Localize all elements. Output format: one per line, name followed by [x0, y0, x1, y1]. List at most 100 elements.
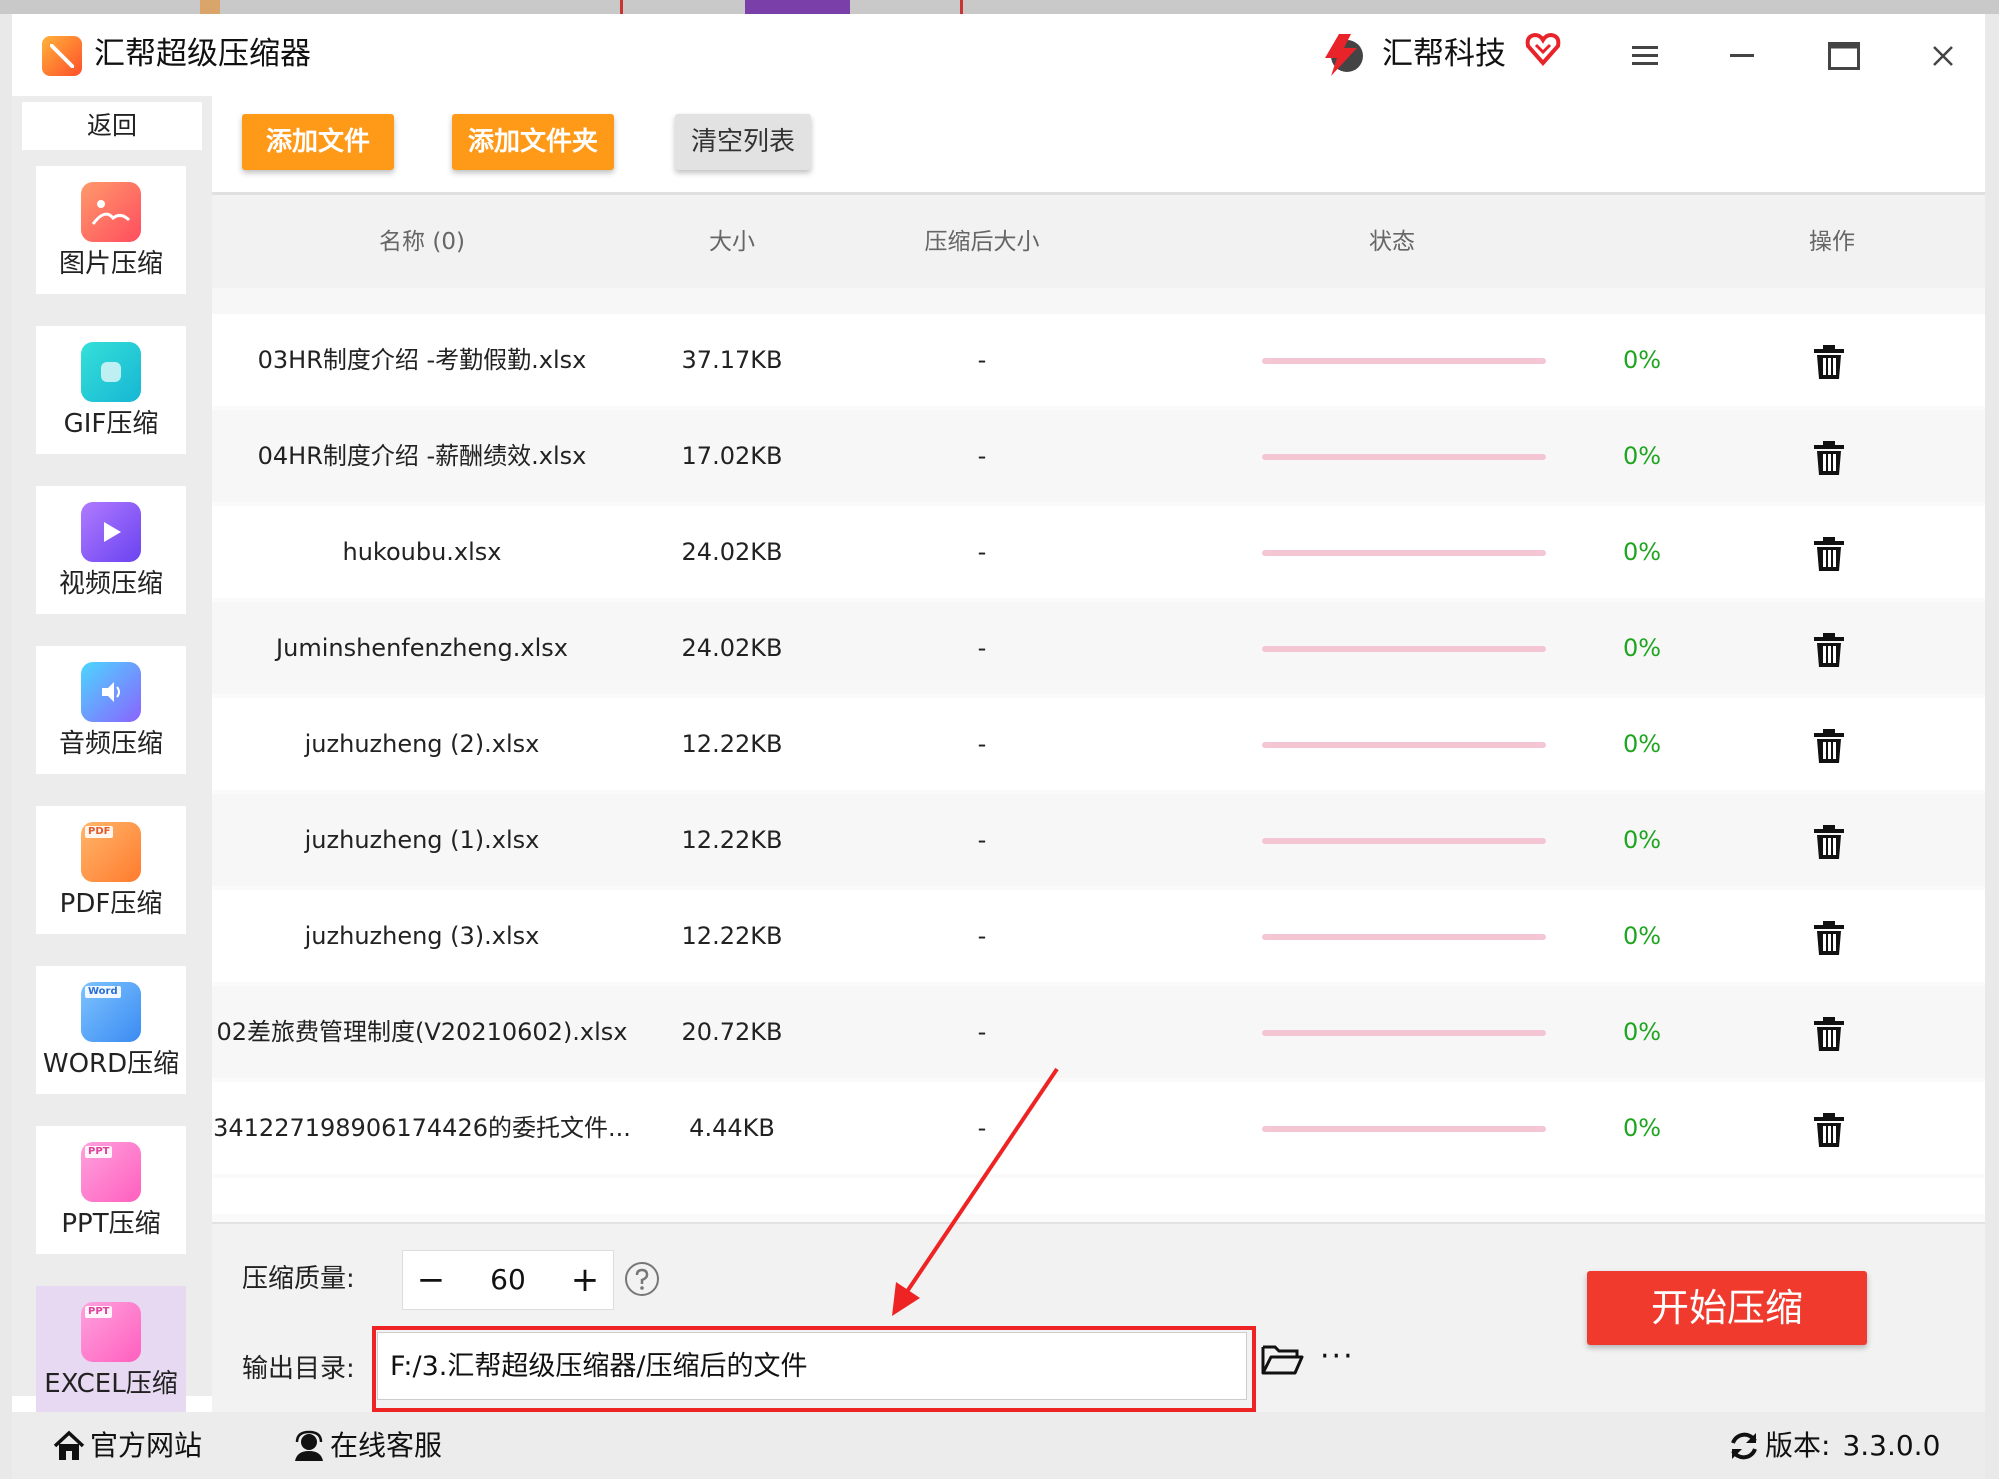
file-type-tag: PDF	[85, 826, 114, 838]
quality-stepper: − 60 +	[402, 1250, 614, 1310]
brand-logo-icon	[1325, 34, 1363, 76]
background-mark	[620, 0, 623, 14]
file-size: 24.02KB	[681, 634, 783, 662]
add-folder-button[interactable]: 添加文件夹	[452, 114, 614, 170]
table-row[interactable]: juzhuzheng (1).xlsx 12.22KB - 0%	[212, 794, 1985, 886]
compressed-size: -	[977, 922, 987, 950]
sidebar: 返回 图片压缩 GIF压缩 视频压缩 音频压缩 PDF PDF压缩 Word W…	[12, 96, 212, 1414]
compressed-size: -	[977, 826, 987, 854]
heart-icon[interactable]	[1524, 30, 1562, 68]
file-name: juzhuzheng (3).xlsx	[304, 922, 540, 950]
compressed-size: -	[977, 538, 987, 566]
home-icon	[53, 1430, 85, 1460]
app-window: 汇帮超级压缩器 汇帮科技 返回 图片压缩 GIF压缩 视频压缩 音频压缩 PDF…	[12, 14, 1985, 1479]
compressed-size: -	[977, 346, 987, 374]
sidebar-item-pdf[interactable]: PDF PDF压缩	[36, 806, 186, 934]
file-size: 4.44KB	[689, 1114, 775, 1142]
file-name: 02差旅费管理制度(V20210602).xlsx	[216, 1018, 628, 1046]
version-label: 版本:	[1765, 1429, 1831, 1462]
file-size: 12.22KB	[681, 922, 783, 950]
minimize-icon[interactable]	[1715, 32, 1769, 80]
sidebar-item-label: EXCEL压缩	[44, 1369, 178, 1399]
sidebar-item-image[interactable]: 图片压缩	[36, 166, 186, 294]
online-support-link[interactable]: 在线客服	[292, 1424, 442, 1468]
background-top-strip	[0, 0, 1999, 14]
refresh-icon	[1731, 1432, 1757, 1460]
trash-icon[interactable]	[1812, 1112, 1846, 1148]
sidebar-item-audio[interactable]: 音频压缩	[36, 646, 186, 774]
file-type-tag: PPT	[85, 1146, 113, 1158]
table-row[interactable]: juzhuzheng (2).xlsx 12.22KB - 0%	[212, 698, 1985, 790]
table-row[interactable]: 03HR制度介绍 -考勤假勤.xlsx 37.17KB - 0%	[212, 314, 1985, 406]
file-name: 341227198906174426的委托文件...	[213, 1114, 631, 1142]
help-icon[interactable]	[624, 1261, 660, 1297]
progress-bar	[1262, 1126, 1546, 1132]
trash-icon[interactable]	[1812, 632, 1846, 668]
file-size: 20.72KB	[681, 1018, 783, 1046]
progress-bar	[1262, 1030, 1546, 1036]
more-options-icon[interactable]: ···	[1320, 1342, 1360, 1374]
close-icon[interactable]	[1916, 32, 1970, 80]
clear-list-button[interactable]: 清空列表	[675, 114, 811, 170]
version-info[interactable]: 版本: 3.3.0.0	[1727, 1424, 1940, 1468]
trash-icon[interactable]	[1812, 728, 1846, 764]
table-row[interactable]: juzhuzheng (3).xlsx 12.22KB - 0%	[212, 890, 1985, 982]
progress-percent: 0%	[1622, 730, 1662, 758]
background-mark	[200, 0, 220, 14]
app-title: 汇帮超级压缩器	[94, 36, 311, 72]
sidebar-item-label: PPT压缩	[61, 1209, 161, 1239]
progress-percent: 0%	[1622, 1018, 1662, 1046]
gif-icon	[81, 342, 141, 402]
back-button[interactable]: 返回	[22, 102, 202, 150]
quality-decrease-button[interactable]: −	[403, 1251, 459, 1309]
header-size: 大小	[709, 229, 755, 255]
file-table: 名称 (0) 大小 压缩后大小 状态 操作 03HR制度介绍 -考勤假勤.xls…	[212, 192, 1985, 1224]
sidebar-item-gif[interactable]: GIF压缩	[36, 326, 186, 454]
trash-icon[interactable]	[1812, 824, 1846, 860]
quality-value[interactable]: 60	[459, 1251, 557, 1309]
audio-icon	[81, 662, 141, 722]
trash-icon[interactable]	[1812, 920, 1846, 956]
excel-file-icon: PPT	[81, 1302, 141, 1362]
file-type-tag: Word	[85, 986, 121, 998]
maximize-icon[interactable]	[1817, 32, 1871, 80]
quality-increase-button[interactable]: +	[557, 1251, 613, 1309]
header-name: 名称 (0)	[379, 229, 465, 255]
sidebar-item-ppt[interactable]: PPT PPT压缩	[36, 1126, 186, 1254]
online-support-label: 在线客服	[330, 1429, 443, 1462]
folder-open-icon[interactable]	[1260, 1339, 1304, 1379]
start-compress-button[interactable]: 开始压缩	[1587, 1271, 1867, 1345]
ppt-file-icon: PPT	[81, 1142, 141, 1202]
add-file-button[interactable]: 添加文件	[242, 114, 394, 170]
trash-icon[interactable]	[1812, 344, 1846, 380]
sidebar-item-excel[interactable]: PPT EXCEL压缩	[36, 1286, 186, 1414]
menu-icon[interactable]	[1618, 32, 1672, 80]
table-row[interactable]: Juminshenfenzheng.xlsx 24.02KB - 0%	[212, 602, 1985, 694]
progress-bar	[1262, 358, 1546, 364]
compressed-size: -	[977, 442, 987, 470]
trash-icon[interactable]	[1812, 1016, 1846, 1052]
sidebar-item-video[interactable]: 视频压缩	[36, 486, 186, 614]
file-name: hukoubu.xlsx	[342, 538, 502, 566]
progress-bar	[1262, 550, 1546, 556]
quality-label: 压缩质量:	[242, 1264, 355, 1294]
table-row[interactable]: 04HR制度介绍 -薪酬绩效.xlsx 17.02KB - 0%	[212, 410, 1985, 502]
table-row-partial	[212, 288, 1985, 314]
brand-name: 汇帮科技	[1382, 36, 1506, 72]
table-row[interactable]: 341227198906174426的委托文件... 4.44KB -0%	[212, 1082, 1985, 1174]
table-row-partial	[212, 1178, 1985, 1214]
table-row[interactable]: 02差旅费管理制度(V20210602).xlsx 20.72KB -0%	[212, 986, 1985, 1078]
video-play-icon	[81, 502, 141, 562]
app-logo-icon	[42, 36, 82, 76]
file-name: Juminshenfenzheng.xlsx	[276, 634, 568, 662]
progress-bar	[1262, 742, 1546, 748]
progress-percent: 0%	[1622, 538, 1662, 566]
trash-icon[interactable]	[1812, 440, 1846, 476]
sidebar-item-word[interactable]: Word WORD压缩	[36, 966, 186, 1094]
table-header: 名称 (0) 大小 压缩后大小 状态 操作	[212, 192, 1985, 291]
progress-percent: 0%	[1622, 634, 1662, 662]
official-website-link[interactable]: 官方网站	[52, 1424, 202, 1468]
trash-icon[interactable]	[1812, 536, 1846, 572]
progress-bar	[1262, 454, 1546, 460]
table-row[interactable]: hukoubu.xlsx 24.02KB - 0%	[212, 506, 1985, 598]
